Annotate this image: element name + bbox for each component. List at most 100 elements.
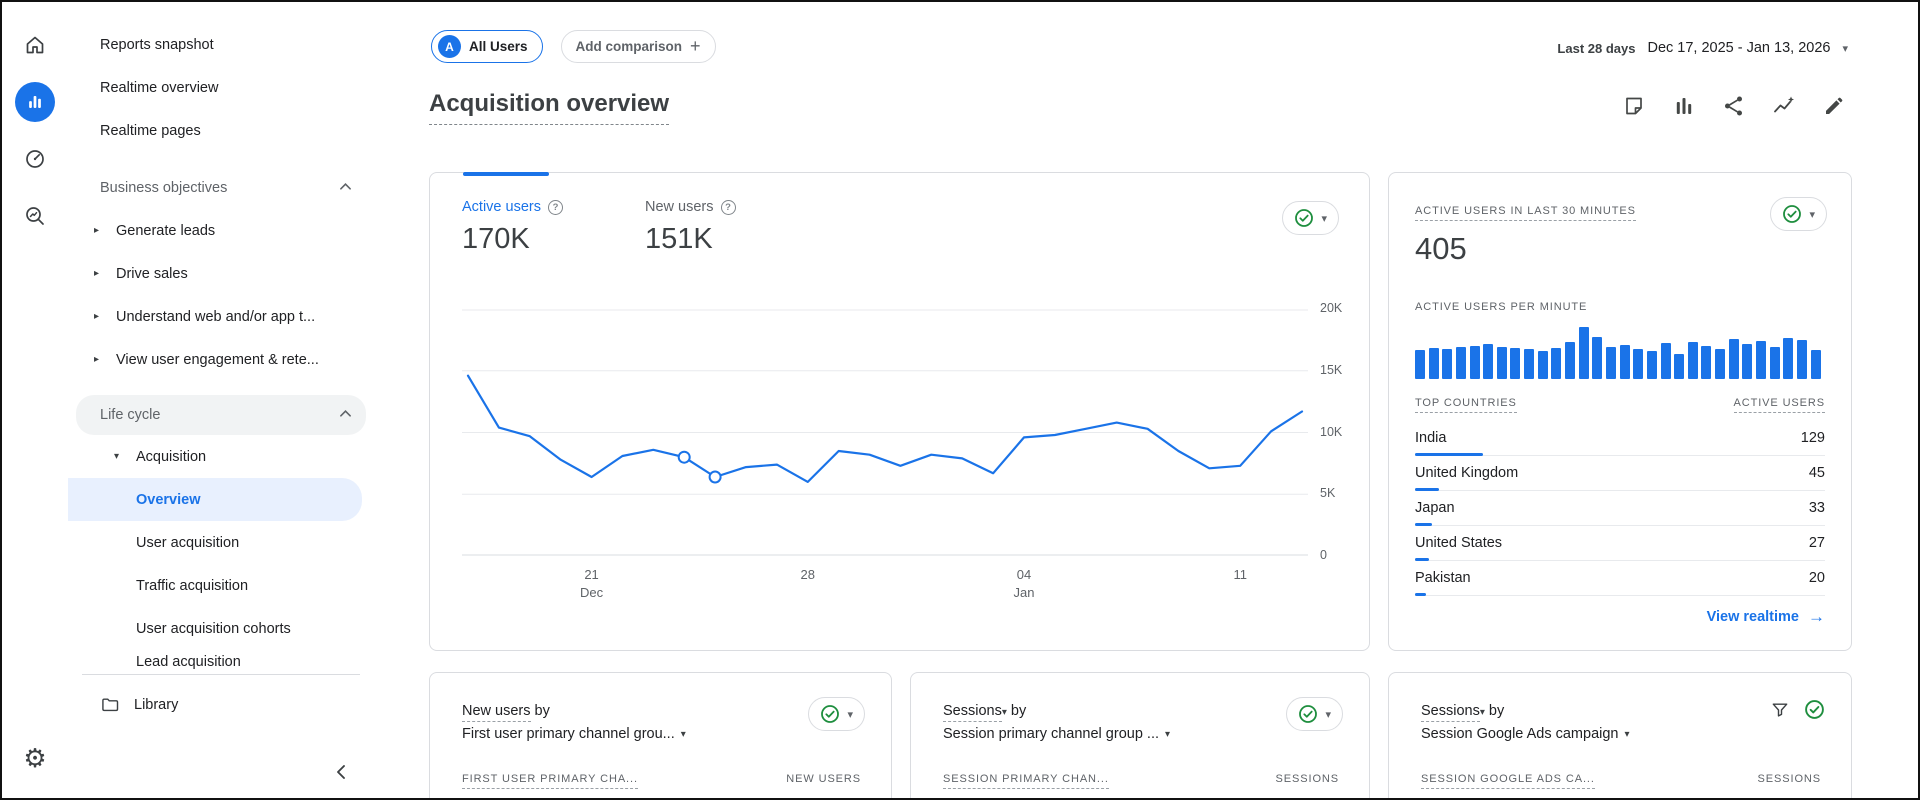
sidebar-item-label: Understand web and/or app t... [116, 308, 316, 325]
sidebar-item-acquisition[interactable]: ▾ Acquisition [68, 435, 374, 478]
sidebar-item-label: User acquisition cohorts [136, 620, 291, 637]
check-circle-icon [1783, 205, 1802, 223]
metric-label: New users [645, 199, 714, 215]
per-minute-bar [1769, 347, 1780, 379]
folder-icon [102, 697, 119, 711]
check-circle-icon[interactable] [1804, 699, 1825, 720]
report-actions [1622, 94, 1846, 118]
comparisons-bars-icon[interactable] [1672, 94, 1696, 118]
expand-arrow-icon: ▸ [94, 311, 100, 322]
sidebar-item-realtime-pages[interactable]: Realtime pages [68, 109, 374, 152]
y-axis-label: 20K [1320, 301, 1343, 315]
sidebar-item-lead-acquisition[interactable]: Lead acquisition [68, 650, 374, 674]
expand-arrow-icon: ▸ [94, 354, 100, 365]
dimension-label: Session primary channel group ... [943, 726, 1159, 742]
per-minute-bar [1783, 338, 1794, 379]
sidebar-item-reports-snapshot[interactable]: Reports snapshot [68, 23, 374, 66]
help-icon[interactable]: ? [547, 199, 563, 215]
metric-selector[interactable]: Sessions [1421, 703, 1480, 722]
data-quality-dropdown[interactable]: ▾ [1282, 201, 1339, 235]
all-users-chip[interactable]: A All Users [431, 30, 543, 63]
per-minute-bar [1701, 346, 1712, 379]
dimension-label: First user primary channel grou... [462, 726, 675, 742]
sidebar-item-user-acquisition-cohorts[interactable]: User acquisition cohorts [68, 607, 374, 650]
table-row: United Kingdom 45 [1415, 456, 1825, 491]
filter-funnel-icon[interactable] [1770, 700, 1790, 720]
sidebar-item-label: Realtime pages [100, 122, 201, 139]
explore-icon[interactable] [13, 137, 57, 181]
new-users-metric-toggle[interactable]: New users ? [645, 199, 736, 215]
sidebar-item-traffic-acquisition[interactable]: Traffic acquisition [68, 564, 374, 607]
countries-table: India 129 United Kingdom 45 Japan 33 Uni… [1415, 421, 1825, 596]
check-circle-icon [1299, 705, 1318, 723]
table-header-row: FIRST USER PRIMARY CHA... NEW USERS [462, 773, 861, 789]
page-title: Acquisition overview [429, 90, 670, 125]
sidebar-item-understand-web-app[interactable]: ▸ Understand web and/or app t... [68, 295, 374, 338]
metric-selector[interactable]: Sessions [943, 703, 1002, 722]
advertising-icon[interactable] [13, 194, 57, 238]
chevron-down-icon: ▾ [1001, 707, 1007, 718]
per-minute-bar [1796, 340, 1807, 379]
edit-pencil-icon[interactable] [1822, 94, 1846, 118]
insights-icon[interactable] [1772, 94, 1796, 118]
sidebar-item-label: Overview [136, 491, 201, 508]
note-icon[interactable] [1622, 94, 1646, 118]
data-quality-dropdown[interactable]: ▾ [1770, 197, 1827, 231]
metric-label: Active users [462, 199, 541, 215]
section-label: Business objectives [100, 179, 228, 196]
settings-gear-icon[interactable]: ⚙ [13, 736, 57, 780]
metric-new-users: New users ? 151K [645, 199, 736, 256]
per-minute-bar [1687, 342, 1698, 379]
country-value: 20 [1808, 570, 1825, 586]
reports-icon[interactable] [13, 80, 57, 124]
per-minute-bar [1646, 351, 1657, 379]
collapse-sidebar-button[interactable] [68, 746, 374, 798]
chevron-down-icon: ▾ [1479, 707, 1485, 718]
active-users-metric-toggle[interactable]: Active users ? [462, 199, 563, 215]
chevron-down-icon: ▾ [847, 708, 853, 721]
data-quality-dropdown[interactable]: ▾ [1286, 697, 1343, 731]
add-comparison-chip[interactable]: Add comparison + [560, 30, 716, 63]
view-realtime-label: View realtime [1706, 609, 1799, 625]
country-name: India [1415, 430, 1447, 446]
per-minute-bar [1756, 341, 1767, 379]
sidebar-item-view-engagement[interactable]: ▸ View user engagement & rete... [68, 338, 374, 381]
date-range-picker[interactable]: Last 28 days Dec 17, 2025 - Jan 13, 2026… [1557, 40, 1848, 56]
section-business-objectives[interactable]: Business objectives [68, 166, 374, 209]
section-life-cycle[interactable]: Life cycle [76, 395, 366, 435]
active-users-value: 170K [462, 223, 530, 255]
sidebar-item-library[interactable]: Library [68, 683, 374, 726]
sidebar-item-label: Reports snapshot [100, 36, 214, 53]
per-minute-bar [1469, 346, 1480, 379]
dimension-selector[interactable]: First user primary channel grou... ▾ [462, 726, 686, 742]
sidebar-item-overview-selected[interactable]: Overview [68, 478, 362, 521]
column-header: NEW USERS [786, 773, 861, 785]
view-realtime-link[interactable]: View realtime → [1707, 607, 1825, 627]
table-row: Japan 33 [1415, 491, 1825, 526]
sidebar-item-realtime-overview[interactable]: Realtime overview [68, 66, 374, 109]
data-quality-dropdown[interactable]: ▾ [808, 697, 865, 731]
dimension-selector[interactable]: Session Google Ads campaign ▾ [1421, 726, 1630, 742]
per-minute-bar [1633, 349, 1644, 379]
help-icon[interactable]: ? [720, 199, 736, 215]
comparison-chips: A All Users Add comparison + [431, 30, 716, 63]
metric-selector[interactable]: New users [462, 703, 531, 722]
sidebar-item-user-acquisition[interactable]: User acquisition [68, 521, 374, 564]
comparison-avatar: A [438, 35, 461, 58]
top-countries-header: TOP COUNTRIES [1415, 397, 1517, 413]
x-axis-label: 28 [800, 567, 815, 582]
country-name: United Kingdom [1415, 465, 1519, 481]
share-icon[interactable] [1722, 94, 1746, 118]
column-header: SESSIONS [1275, 773, 1339, 785]
dimension-selector[interactable]: Session primary channel group ... ▾ [943, 726, 1170, 742]
y-axis-label: 5K [1320, 486, 1336, 501]
sidebar-item-label: User acquisition [136, 534, 240, 551]
column-header: SESSION PRIMARY CHAN... [943, 773, 1109, 789]
realtime-card: ACTIVE USERS IN LAST 30 MINUTES ▾ 405 AC… [1388, 172, 1852, 651]
home-icon[interactable] [13, 23, 57, 67]
sidebar-item-generate-leads[interactable]: ▸ Generate leads [68, 209, 374, 252]
sidebar-item-label: Acquisition [136, 448, 207, 465]
section-label: Life cycle [100, 407, 161, 423]
x-axis-label: 11 [1233, 567, 1247, 582]
sidebar-item-drive-sales[interactable]: ▸ Drive sales [68, 252, 374, 295]
